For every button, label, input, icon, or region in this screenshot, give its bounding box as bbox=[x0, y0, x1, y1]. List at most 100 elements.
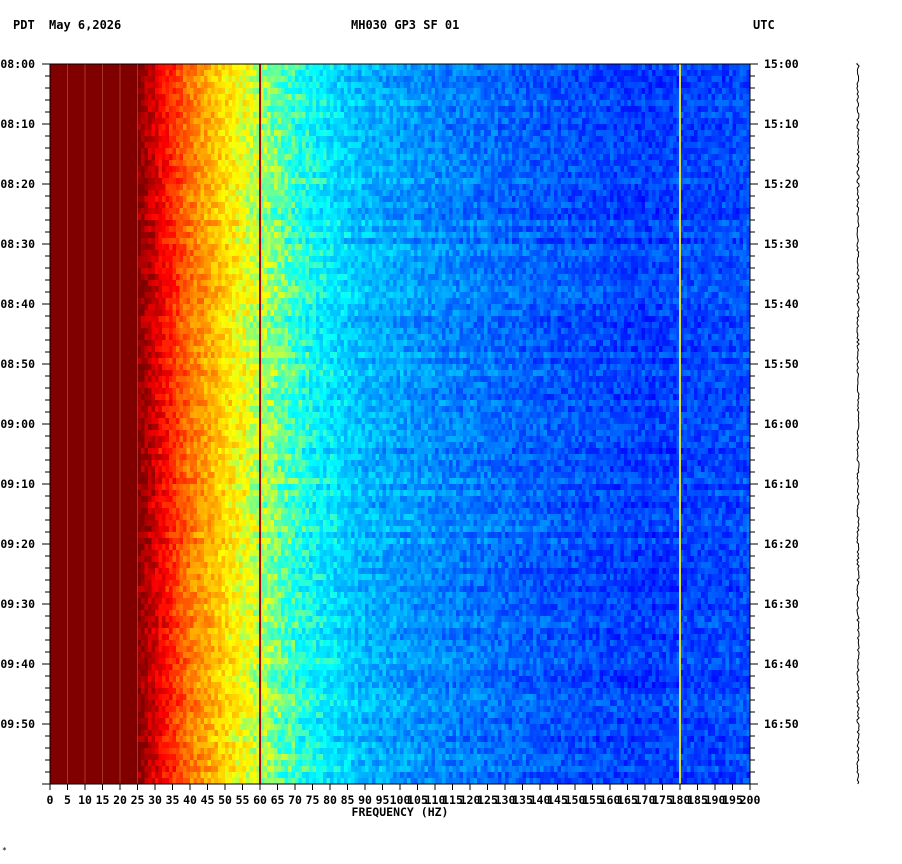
heatmap-cell bbox=[379, 64, 383, 71]
heatmap-cell bbox=[302, 136, 306, 143]
heatmap-cell bbox=[319, 82, 324, 89]
heatmap-cell bbox=[729, 160, 733, 167]
heatmap-cell bbox=[375, 70, 380, 77]
heatmap-cell bbox=[508, 208, 513, 215]
heatmap-cell bbox=[690, 154, 695, 161]
heatmap-cell bbox=[435, 172, 439, 179]
heatmap-cell bbox=[74, 106, 79, 113]
heatmap-cell bbox=[232, 190, 236, 197]
heatmap-cell bbox=[162, 106, 166, 113]
heatmap-cell bbox=[659, 100, 663, 107]
heatmap-cell bbox=[127, 184, 131, 191]
heatmap-cell bbox=[67, 154, 72, 161]
heatmap-cell bbox=[225, 100, 229, 107]
heatmap-cell bbox=[211, 64, 215, 71]
heatmap-cell bbox=[141, 148, 145, 155]
heatmap-cell bbox=[648, 160, 653, 167]
heatmap-cell bbox=[435, 178, 439, 185]
heatmap-cell bbox=[666, 118, 670, 125]
heatmap-cell bbox=[319, 172, 324, 179]
heatmap-cell bbox=[410, 106, 415, 113]
heatmap-cell bbox=[169, 184, 173, 191]
heatmap-cell bbox=[218, 142, 222, 149]
heatmap-cell bbox=[578, 160, 583, 167]
heatmap-cell bbox=[246, 94, 250, 101]
heatmap-cell bbox=[74, 172, 79, 179]
heatmap-cell bbox=[344, 208, 348, 215]
heatmap-cell bbox=[88, 88, 93, 95]
heatmap-cell bbox=[386, 106, 390, 113]
heatmap-cell bbox=[673, 94, 677, 101]
heatmap-cell bbox=[704, 148, 709, 155]
heatmap-cell bbox=[333, 196, 338, 203]
heatmap-cell bbox=[151, 166, 156, 173]
heatmap-cell bbox=[529, 196, 534, 203]
heatmap-cell bbox=[225, 160, 229, 167]
heatmap-cell bbox=[718, 112, 723, 119]
heatmap-cell bbox=[648, 130, 653, 137]
heatmap-cell bbox=[228, 112, 233, 119]
heatmap-cell bbox=[494, 178, 499, 185]
heatmap-cell bbox=[613, 76, 618, 83]
heatmap-cell bbox=[634, 88, 639, 95]
heatmap-cell bbox=[557, 172, 562, 179]
heatmap-cell bbox=[204, 106, 208, 113]
heatmap-cell bbox=[85, 196, 89, 203]
heatmap-cell bbox=[645, 82, 649, 89]
heatmap-cell bbox=[106, 190, 110, 197]
heatmap-cell bbox=[162, 76, 166, 83]
heatmap-cell bbox=[417, 112, 422, 119]
heatmap-cell bbox=[589, 106, 593, 113]
heatmap-cell bbox=[484, 124, 488, 131]
heatmap-cell bbox=[631, 202, 635, 209]
heatmap-cell bbox=[214, 112, 219, 119]
heatmap-cell bbox=[459, 130, 464, 137]
heatmap-cell bbox=[151, 196, 156, 203]
heatmap-cell bbox=[529, 118, 534, 125]
heatmap-cell bbox=[372, 154, 376, 161]
heatmap-cell bbox=[375, 106, 380, 113]
heatmap-cell bbox=[71, 124, 75, 131]
heatmap-cell bbox=[396, 196, 401, 203]
heatmap-cell bbox=[697, 76, 702, 83]
heatmap-cell bbox=[704, 160, 709, 167]
heatmap-cell bbox=[487, 118, 492, 125]
heatmap-cell bbox=[718, 118, 723, 125]
heatmap-cell bbox=[162, 202, 166, 209]
heatmap-cell bbox=[722, 88, 726, 95]
heatmap-cell bbox=[109, 88, 114, 95]
heatmap-cell bbox=[697, 82, 702, 89]
heatmap-cell bbox=[687, 172, 691, 179]
heatmap-cell bbox=[295, 118, 299, 125]
heatmap-cell bbox=[508, 172, 513, 179]
heatmap-cell bbox=[193, 202, 198, 209]
heatmap-cell bbox=[557, 94, 562, 101]
heatmap-cell bbox=[309, 88, 313, 95]
heatmap-cell bbox=[617, 178, 621, 185]
heatmap-cell bbox=[60, 94, 65, 101]
heatmap-cell bbox=[400, 106, 404, 113]
heatmap-cell bbox=[92, 118, 96, 125]
heatmap-cell bbox=[351, 94, 355, 101]
heatmap-cell bbox=[477, 100, 481, 107]
heatmap-cell bbox=[305, 172, 310, 179]
heatmap-cell bbox=[428, 166, 432, 173]
heatmap-cell bbox=[725, 160, 730, 167]
heatmap-cell bbox=[172, 154, 177, 161]
heatmap-cell bbox=[193, 118, 198, 125]
heatmap-cell bbox=[543, 142, 548, 149]
heatmap-cell bbox=[277, 130, 282, 137]
heatmap-cell bbox=[480, 184, 485, 191]
heatmap-cell bbox=[683, 196, 688, 203]
heatmap-cell bbox=[543, 88, 548, 95]
heatmap-cell bbox=[319, 148, 324, 155]
heatmap-cell bbox=[165, 64, 170, 71]
heatmap-cell bbox=[543, 100, 548, 107]
heatmap-cell bbox=[522, 208, 527, 215]
heatmap-cell bbox=[708, 70, 712, 77]
heatmap-cell bbox=[631, 94, 635, 101]
heatmap-cell bbox=[211, 112, 215, 119]
heatmap-cell bbox=[88, 124, 93, 131]
heatmap-cell bbox=[708, 82, 712, 89]
heatmap-cell bbox=[701, 136, 705, 143]
